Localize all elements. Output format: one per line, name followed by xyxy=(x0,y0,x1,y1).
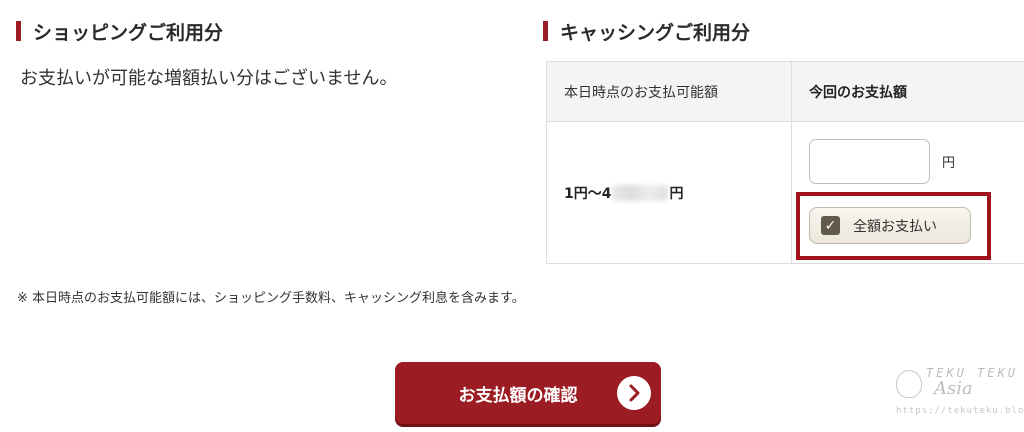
confirm-button-label: お支払額の確認 xyxy=(458,385,578,406)
checkmark-icon[interactable]: ✓ xyxy=(821,216,840,235)
chevron-right-icon xyxy=(617,376,651,410)
payment-amount-header: 今回のお支払額 xyxy=(792,62,1024,122)
ghost-mascot-icon xyxy=(896,370,922,398)
shopping-section-title: ショッピングご利用分 xyxy=(16,19,224,44)
cashing-section-title: キャッシングご利用分 xyxy=(543,19,751,44)
watermark-url: https://tekuteku.blog/ xyxy=(896,406,1024,416)
shopping-title-text: ショッピングご利用分 xyxy=(33,21,224,44)
yen-unit-label: 円 xyxy=(942,156,956,171)
section-accent-bar xyxy=(16,21,21,41)
range-prefix: 1円〜4 xyxy=(564,185,612,202)
section-accent-bar xyxy=(543,21,548,41)
shopping-no-payment-message: お支払いが可能な増額払い分はございません。 xyxy=(20,68,398,89)
payment-note: ※ 本日時点のお支払可能額には、ショッピング手数料、キャッシング利息を含みます。 xyxy=(17,291,525,306)
site-watermark: TEKU TEKU Asia https://tekuteku.blog/ xyxy=(896,366,1024,426)
payment-amount-input[interactable] xyxy=(809,139,930,184)
watermark-line2: Asia xyxy=(934,378,973,399)
available-amount-header: 本日時点のお支払可能額 xyxy=(547,62,792,122)
cashing-title-text: キャッシングご利用分 xyxy=(560,21,751,44)
available-amount-cell: 1円〜4 円 xyxy=(547,122,792,264)
full-payment-toggle-button[interactable]: ✓ 全額お支払い xyxy=(809,207,971,244)
confirm-payment-button[interactable]: お支払額の確認 xyxy=(395,362,661,424)
blurred-amount xyxy=(612,184,669,201)
full-payment-label: 全額お支払い xyxy=(853,218,937,235)
range-suffix: 円 xyxy=(669,185,684,202)
